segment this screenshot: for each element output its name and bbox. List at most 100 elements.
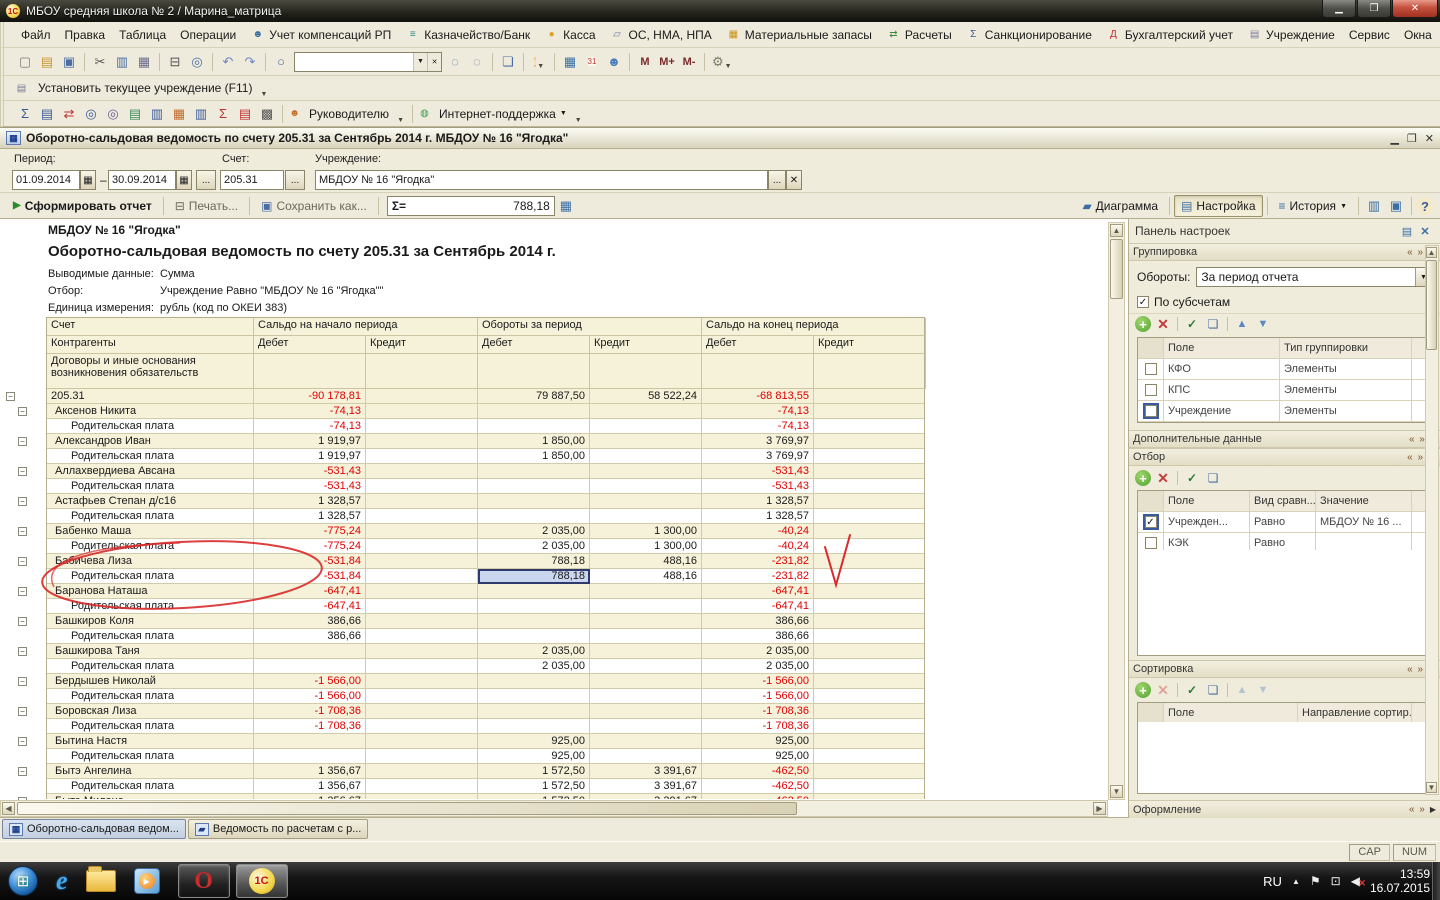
language-indicator[interactable]: RU	[1263, 874, 1282, 889]
cell[interactable]	[590, 644, 702, 659]
move-down-icon[interactable]: ▼	[1254, 682, 1272, 699]
table-row[interactable]: Бытина Настя925,00925,00	[47, 734, 924, 749]
collapse-expander-icon[interactable]: −	[18, 467, 27, 476]
menu-settlements[interactable]: ⇄Расчеты	[879, 25, 959, 45]
menu-table[interactable]: Таблица	[112, 25, 173, 45]
cell[interactable]: -462,50	[702, 794, 814, 799]
collapse-expander-icon[interactable]: −	[18, 557, 27, 566]
cell[interactable]	[478, 629, 590, 644]
table-row[interactable]: Аксенов Никита-74,13-74,13	[47, 404, 924, 419]
cell[interactable]	[814, 584, 925, 599]
cell[interactable]: 1 919,97	[254, 434, 366, 449]
scroll-left-icon[interactable]: ◀	[2, 802, 15, 815]
checkbox-cell[interactable]	[1138, 380, 1164, 400]
collapse-expander-icon[interactable]: −	[18, 497, 27, 506]
cell[interactable]: -647,41	[702, 599, 814, 614]
cell[interactable]: 3 391,67	[590, 794, 702, 799]
new-doc-icon[interactable]: ▢	[14, 51, 36, 73]
scroll-up-icon[interactable]: ▲	[1110, 224, 1123, 237]
cell[interactable]	[366, 689, 478, 704]
cell[interactable]: -1 708,36	[254, 719, 366, 734]
cell[interactable]: 1 328,57	[254, 494, 366, 509]
cell[interactable]	[366, 644, 478, 659]
section-sorting[interactable]: Сортировка « »▼	[1129, 660, 1440, 678]
scroll-down-icon[interactable]: ▼	[1110, 785, 1123, 798]
cell[interactable]	[366, 509, 478, 524]
search-input[interactable]	[295, 54, 413, 70]
cell[interactable]	[366, 734, 478, 749]
cell[interactable]	[590, 509, 702, 524]
manager-menu-button[interactable]: Руководителю	[302, 103, 396, 125]
cell[interactable]	[366, 479, 478, 494]
menu-service[interactable]: Сервис	[1342, 25, 1397, 45]
cell[interactable]: -531,43	[702, 479, 814, 494]
cell[interactable]	[366, 704, 478, 719]
cut-icon[interactable]: ✂	[89, 51, 111, 73]
grid-cell[interactable]: Равно	[1250, 512, 1316, 532]
cell[interactable]	[366, 584, 478, 599]
cell[interactable]	[366, 794, 478, 799]
mdi-minimize-button[interactable]: ▁	[1390, 132, 1398, 145]
cell[interactable]	[814, 509, 925, 524]
cell[interactable]: 386,66	[254, 614, 366, 629]
cell[interactable]	[366, 599, 478, 614]
mdi-restore-button[interactable]: ❐	[1407, 132, 1417, 145]
cell[interactable]: 1 300,00	[590, 524, 702, 539]
diagram-button[interactable]: ▰Диаграмма	[1075, 195, 1165, 217]
cell[interactable]: 2 035,00	[478, 539, 590, 554]
collapse-expander-icon[interactable]: −	[18, 617, 27, 626]
cell[interactable]	[814, 674, 925, 689]
cell[interactable]: 1 572,50	[478, 764, 590, 779]
mdi-close-button[interactable]: ✕	[1425, 132, 1434, 145]
cell[interactable]: -1 566,00	[702, 689, 814, 704]
table-row[interactable]: Боровская Лиза-1 708,36-1 708,36	[47, 704, 924, 719]
collapse-expander-icon[interactable]: −	[18, 587, 27, 596]
section-grouping[interactable]: Группировка « »▼	[1129, 243, 1440, 261]
cell[interactable]	[590, 734, 702, 749]
grid-row[interactable]: УчреждениеЭлементы	[1138, 401, 1426, 422]
turnovers-account-icon[interactable]: ⇄	[58, 103, 80, 125]
network-icon[interactable]: ⊡	[1331, 874, 1341, 888]
cell[interactable]: 925,00	[702, 734, 814, 749]
cell[interactable]: -531,43	[254, 479, 366, 494]
delete-icon[interactable]: ✕	[1154, 682, 1172, 699]
media-player-icon[interactable]: ▶	[134, 868, 160, 894]
cell[interactable]: 2 035,00	[478, 524, 590, 539]
save-settings-icon[interactable]: ▣	[1385, 195, 1407, 217]
cell[interactable]	[254, 644, 366, 659]
chevron-down-icon[interactable]: ▼	[413, 53, 427, 71]
cell[interactable]	[590, 674, 702, 689]
volume-muted-icon[interactable]: ◀✕	[1351, 874, 1360, 888]
cell[interactable]	[478, 509, 590, 524]
redo-icon[interactable]: ↷	[239, 51, 261, 73]
cell[interactable]	[366, 779, 478, 794]
cell[interactable]: 386,66	[254, 629, 366, 644]
cell[interactable]	[814, 449, 925, 464]
cell[interactable]: 79 887,50	[478, 389, 590, 404]
cell[interactable]: 1 356,67	[254, 764, 366, 779]
cell[interactable]: -1 566,00	[254, 674, 366, 689]
cell[interactable]	[254, 749, 366, 764]
paste-icon[interactable]: ▦	[133, 51, 155, 73]
1c-taskbar-button[interactable]: 1С	[236, 864, 288, 898]
row-checkbox[interactable]	[1145, 363, 1157, 375]
cell[interactable]	[590, 404, 702, 419]
cell[interactable]	[366, 404, 478, 419]
cell[interactable]	[814, 539, 925, 554]
panel-close-icon[interactable]: ✕	[1416, 223, 1434, 239]
cell[interactable]: 1 328,57	[702, 509, 814, 524]
action-center-flag-icon[interactable]: ⚑	[1310, 874, 1321, 888]
cell[interactable]	[814, 614, 925, 629]
report-vscrollbar[interactable]: ▲ ▼	[1108, 222, 1125, 800]
cell[interactable]	[366, 629, 478, 644]
clear-search-icon[interactable]: ✕	[427, 53, 441, 71]
cell[interactable]	[590, 614, 702, 629]
cell[interactable]: 386,66	[702, 614, 814, 629]
vscroll-thumb[interactable]	[1110, 239, 1123, 299]
memory-M+-button[interactable]: M+	[656, 51, 678, 73]
cell[interactable]	[478, 404, 590, 419]
grid-cell[interactable]: Элементы	[1280, 359, 1412, 379]
row-checkbox[interactable]	[1145, 537, 1157, 549]
cell[interactable]	[814, 644, 925, 659]
vscroll-thumb[interactable]	[1426, 260, 1437, 350]
